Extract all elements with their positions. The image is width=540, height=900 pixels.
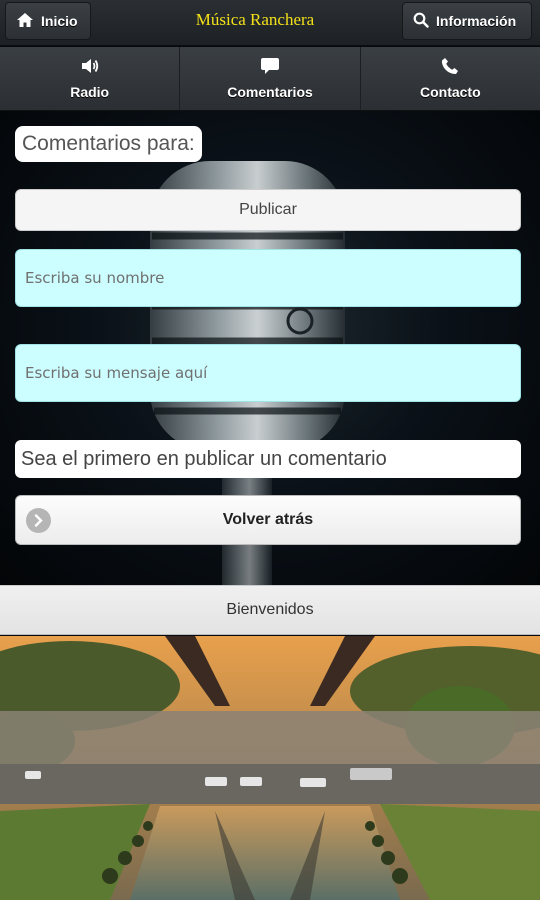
info-button[interactable]: Información xyxy=(402,2,532,40)
nav-item-contact[interactable]: Contacto xyxy=(361,47,540,110)
back-button[interactable]: Volver atrás xyxy=(15,495,521,545)
home-icon xyxy=(16,12,34,31)
name-field-container xyxy=(15,249,521,307)
app-title: Música Ranchera xyxy=(195,10,315,29)
speaker-icon xyxy=(80,57,100,78)
nav-bar: Radio Comentarios Contacto xyxy=(0,47,540,111)
nav-item-radio[interactable]: Radio xyxy=(0,47,181,110)
search-icon xyxy=(413,12,429,31)
nav-item-contact-label: Contacto xyxy=(419,84,481,100)
nav-item-radio-label: Radio xyxy=(70,84,110,100)
name-input[interactable] xyxy=(25,269,511,287)
back-button-label: Volver atrás xyxy=(222,511,314,528)
comments-for-label: Comentarios para: xyxy=(15,126,202,162)
empty-comments-notice: Sea el primero en publicar un comentario xyxy=(15,440,521,478)
publish-button[interactable]: Publicar xyxy=(15,189,521,231)
arrow-right-icon xyxy=(26,508,51,533)
info-button-label: Información xyxy=(436,13,517,29)
nav-item-comments[interactable]: Comentarios xyxy=(180,47,361,110)
city-photo xyxy=(0,636,540,900)
phone-icon xyxy=(441,57,459,78)
comment-icon xyxy=(260,57,280,78)
welcome-bar: Bienvenidos xyxy=(0,585,540,635)
message-field-container xyxy=(15,344,521,402)
home-button-label: Inicio xyxy=(41,13,78,29)
home-button[interactable]: Inicio xyxy=(5,2,91,40)
nav-item-comments-label: Comentarios xyxy=(227,84,313,100)
welcome-text: Bienvenidos xyxy=(226,601,314,618)
app-header: Inicio Música Ranchera Información xyxy=(0,0,540,46)
comments-panel: Comentarios para: Publicar Sea el primer… xyxy=(0,111,540,585)
message-input[interactable] xyxy=(25,364,511,382)
